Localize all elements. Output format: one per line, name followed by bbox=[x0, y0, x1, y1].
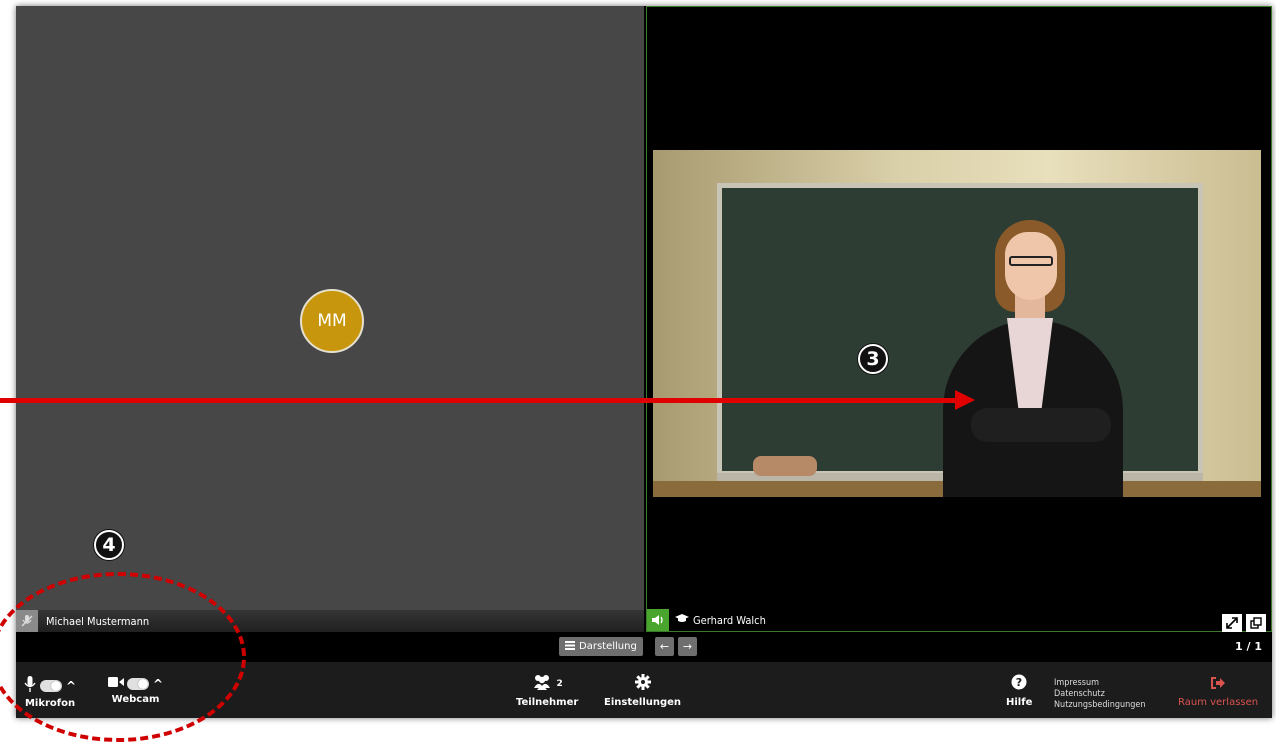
participants-count: 2 bbox=[556, 678, 563, 689]
participant-tile-presenter[interactable]: Gerhard Walch bbox=[646, 6, 1272, 632]
arrow-right-icon: → bbox=[682, 640, 693, 653]
legal-links: Impressum Datenschutz Nutzungsbedingunge… bbox=[1054, 678, 1146, 711]
annotation-marker-4: 4 bbox=[94, 530, 124, 560]
page-indicator: 1 / 1 bbox=[1235, 640, 1262, 653]
help-button[interactable]: ? Hilfe bbox=[1006, 674, 1032, 708]
layout-button[interactable]: Darstellung bbox=[559, 637, 643, 656]
help-icon: ? bbox=[1011, 674, 1027, 693]
participants-button[interactable]: 2 Teilnehmer bbox=[516, 674, 578, 708]
participants-label: Teilnehmer bbox=[516, 697, 579, 708]
annotation-marker-3: 3 bbox=[858, 344, 888, 374]
participant-name: Gerhard Walch bbox=[693, 613, 766, 627]
popout-icon[interactable] bbox=[1246, 614, 1266, 632]
participant-namebar: Gerhard Walch bbox=[647, 609, 1271, 631]
previous-page-button[interactable]: ← bbox=[655, 637, 674, 656]
layout-button-label: Darstellung bbox=[579, 641, 637, 652]
grid-icon bbox=[565, 640, 575, 653]
nutzungsbedingungen-link[interactable]: Nutzungsbedingungen bbox=[1054, 700, 1146, 711]
leave-room-button[interactable]: Raum verlassen bbox=[1178, 676, 1258, 708]
graduation-cap-icon bbox=[675, 613, 689, 627]
settings-label: Einstellungen bbox=[604, 697, 682, 708]
fullscreen-icon[interactable] bbox=[1222, 614, 1242, 632]
speaker-icon[interactable] bbox=[647, 609, 669, 631]
svg-text:?: ? bbox=[1016, 676, 1022, 689]
settings-button[interactable]: Einstellungen bbox=[604, 674, 681, 708]
impressum-link[interactable]: Impressum bbox=[1054, 678, 1146, 689]
next-page-button[interactable]: → bbox=[678, 637, 697, 656]
help-label: Hilfe bbox=[1006, 697, 1033, 708]
annotation-highlight-ellipse bbox=[0, 572, 246, 742]
avatar-initials: MM bbox=[317, 311, 347, 331]
gear-icon bbox=[634, 674, 651, 693]
users-icon bbox=[532, 674, 552, 693]
avatar: MM bbox=[300, 289, 364, 353]
sign-out-icon bbox=[1210, 676, 1226, 693]
datenschutz-link[interactable]: Datenschutz bbox=[1054, 689, 1146, 700]
annotation-arrow bbox=[0, 398, 960, 403]
leave-room-label: Raum verlassen bbox=[1178, 697, 1259, 708]
arrow-left-icon: ← bbox=[659, 640, 670, 653]
presenter-video bbox=[653, 150, 1261, 497]
annotation-arrowhead bbox=[955, 390, 975, 410]
